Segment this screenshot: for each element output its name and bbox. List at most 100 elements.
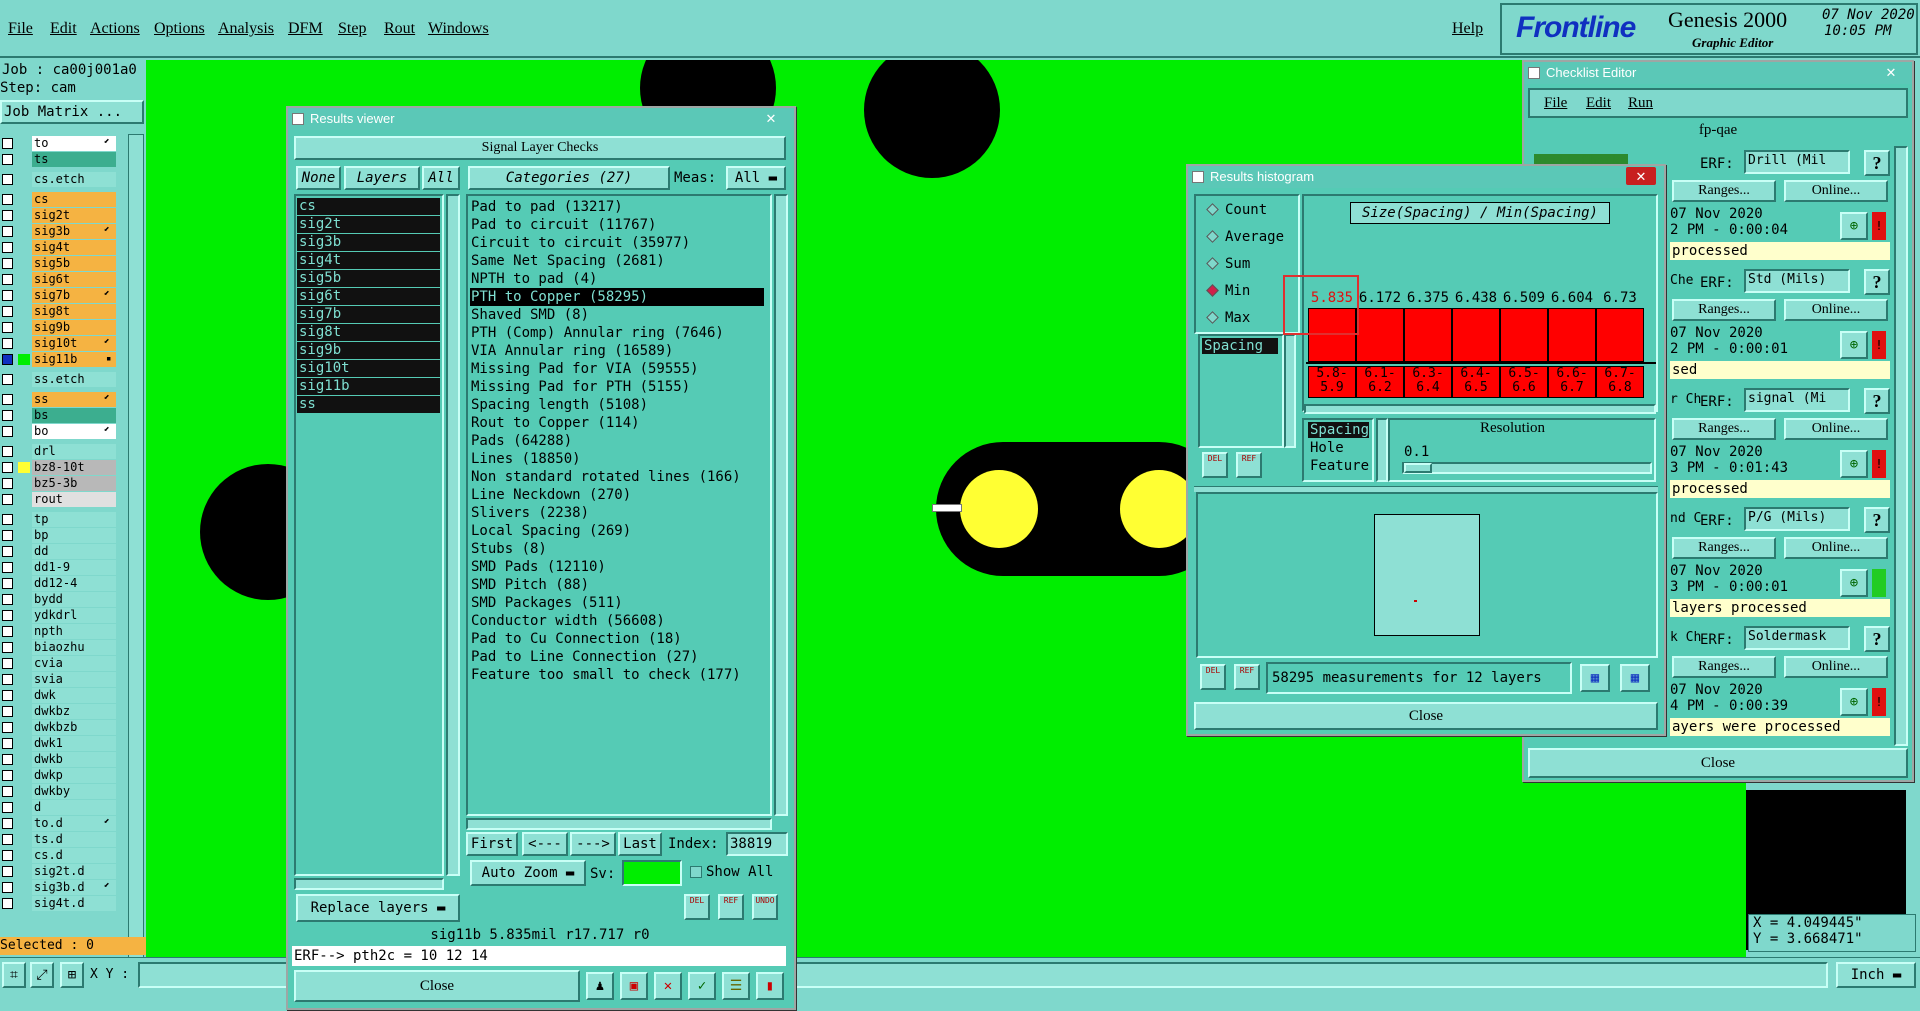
chart-icon[interactable]: ▮: [756, 972, 784, 1000]
layer-checkbox[interactable]: [2, 706, 13, 717]
zoom-icon[interactable]: ⊕: [1840, 569, 1868, 597]
layer-row-bs[interactable]: bs: [0, 408, 120, 423]
layer-checkbox[interactable]: [2, 306, 13, 317]
index-input[interactable]: 38819: [726, 832, 788, 856]
prev-button[interactable]: <---: [522, 832, 568, 856]
layer-row-tp[interactable]: tp: [0, 512, 120, 527]
layer-row-sig9b[interactable]: sig9b: [0, 320, 120, 335]
refresh-icon[interactable]: REF: [718, 894, 744, 920]
histogram-bar[interactable]: [1596, 308, 1644, 362]
rv-layer-sig3b[interactable]: sig3b: [297, 234, 440, 251]
layer-checkbox[interactable]: [2, 322, 13, 333]
last-button[interactable]: Last: [618, 832, 662, 856]
layer-list-hscroll[interactable]: [294, 878, 444, 890]
tool-icon[interactable]: ♟: [586, 972, 614, 1000]
layer-checkbox[interactable]: [2, 174, 13, 185]
layer-row-svia[interactable]: svia: [0, 672, 120, 687]
layer-checkbox[interactable]: [2, 818, 13, 829]
layer-checkbox[interactable]: [2, 722, 13, 733]
layer-row-d[interactable]: d: [0, 800, 120, 815]
layer-row-bo[interactable]: bo ⬋: [0, 424, 120, 439]
ranges-button[interactable]: Ranges...: [1672, 537, 1776, 559]
none-button[interactable]: None: [296, 166, 341, 190]
menu-file[interactable]: File: [8, 0, 33, 58]
next-button[interactable]: --->: [570, 832, 616, 856]
delete-icon[interactable]: DEL: [1200, 664, 1226, 690]
list-item-spacing[interactable]: Spacing: [1202, 338, 1278, 354]
layer-row-bz8-10t[interactable]: bz8-10t: [0, 460, 120, 475]
histogram-bar[interactable]: [1404, 308, 1452, 362]
category-item[interactable]: Pad to circuit (11767): [470, 216, 764, 234]
layer-checkbox[interactable]: [2, 354, 13, 365]
histogram-bar[interactable]: [1356, 308, 1404, 362]
category-item[interactable]: Spacing length (5108): [470, 396, 764, 414]
layer-checkbox[interactable]: [2, 514, 13, 525]
erf-select[interactable]: Std (Mils): [1744, 269, 1850, 293]
layer-row-dwkby[interactable]: dwkby: [0, 784, 120, 799]
layer-row-dwk[interactable]: dwk: [0, 688, 120, 703]
layer-row-ydkdrl[interactable]: ydkdrl: [0, 608, 120, 623]
category-item[interactable]: Same Net Spacing (2681): [470, 252, 764, 270]
type-list-vscroll[interactable]: [1376, 418, 1388, 482]
layer-checkbox[interactable]: [2, 674, 13, 685]
checklist-menu-file[interactable]: File: [1544, 95, 1567, 112]
layer-checkbox[interactable]: [2, 626, 13, 637]
check-label[interactable]: k Ch: [1670, 630, 1701, 645]
show-all-checkbox[interactable]: [690, 866, 702, 878]
mode-radio-sum[interactable]: Sum: [1206, 256, 1250, 272]
layer-row-sig11b[interactable]: sig11b ▪: [0, 352, 120, 367]
category-item[interactable]: Missing Pad for PTH (5155): [470, 378, 764, 396]
layer-checkbox[interactable]: [2, 374, 13, 385]
checklist-titlebar[interactable]: Checklist Editor: [1524, 62, 1912, 84]
layer-checkbox[interactable]: [2, 138, 13, 149]
results-viewer-titlebar[interactable]: Results viewer: [288, 108, 794, 130]
menu-rout[interactable]: Rout: [384, 0, 415, 58]
category-item[interactable]: Local Spacing (269): [470, 522, 764, 540]
layer-checkbox[interactable]: [2, 446, 13, 457]
category-item[interactable]: SMD Pads (12110): [470, 558, 764, 576]
rv-layer-sig7b[interactable]: sig7b: [297, 306, 440, 323]
rv-layer-sig5b[interactable]: sig5b: [297, 270, 440, 287]
tool-icon[interactable]: ⤢: [30, 962, 54, 988]
layer-row-sig2t[interactable]: sig2t: [0, 208, 120, 223]
histogram-bar[interactable]: [1548, 308, 1596, 362]
refresh-icon[interactable]: REF: [1236, 452, 1262, 478]
layer-checkbox[interactable]: [2, 426, 13, 437]
checklist-vscroll[interactable]: [1894, 146, 1908, 746]
mode-radio-max[interactable]: Max: [1206, 310, 1250, 326]
undo-icon[interactable]: UNDO: [752, 894, 778, 920]
delete-icon[interactable]: DEL: [1202, 452, 1228, 478]
layer-row-dwkb[interactable]: dwkb: [0, 752, 120, 767]
category-item[interactable]: Pads (64288): [470, 432, 764, 450]
category-item[interactable]: NPTH to pad (4): [470, 270, 764, 288]
category-item[interactable]: Conductor width (56608): [470, 612, 764, 630]
layer-row-dd1-9[interactable]: dd1-9: [0, 560, 120, 575]
resolution-slider-handle[interactable]: [1404, 463, 1432, 473]
replace-layers-select[interactable]: Replace layers ▬: [296, 894, 460, 922]
unit-select[interactable]: Inch ▬: [1836, 962, 1916, 988]
layer-row-dd[interactable]: dd: [0, 544, 120, 559]
layer-row-sig6t[interactable]: sig6t: [0, 272, 120, 287]
layer-row-to.d[interactable]: to.d ⬋: [0, 816, 120, 831]
layer-checkbox[interactable]: [2, 690, 13, 701]
grid-icon[interactable]: ⊞: [60, 962, 84, 988]
layer-row-cvia[interactable]: cvia: [0, 656, 120, 671]
category-item[interactable]: Lines (18850): [470, 450, 764, 468]
checklist-close-button[interactable]: Close: [1528, 748, 1908, 778]
category-item[interactable]: Slivers (2238): [470, 504, 764, 522]
layer-row-cs.d[interactable]: cs.d: [0, 848, 120, 863]
type-item-feature[interactable]: Feature: [1308, 458, 1369, 474]
layer-row-sig3b[interactable]: sig3b ⬋: [0, 224, 120, 239]
layer-list-vscroll[interactable]: [446, 194, 460, 876]
zoom-icon[interactable]: ⊕: [1840, 688, 1868, 716]
rv-layer-sig11b[interactable]: sig11b: [297, 378, 440, 395]
layer-checkbox[interactable]: [2, 850, 13, 861]
layer-row-dwkbz[interactable]: dwkbz: [0, 704, 120, 719]
layer-row-dd12-4[interactable]: dd12-4: [0, 576, 120, 591]
layer-row-cs.etch[interactable]: cs.etch: [0, 172, 120, 187]
mode-radio-average[interactable]: Average: [1206, 229, 1284, 245]
layer-row-ss[interactable]: ss ⬋: [0, 392, 120, 407]
layer-checkbox[interactable]: [2, 226, 13, 237]
rv-layer-ss[interactable]: ss: [297, 396, 440, 413]
check-label[interactable]: nd C: [1670, 511, 1701, 526]
